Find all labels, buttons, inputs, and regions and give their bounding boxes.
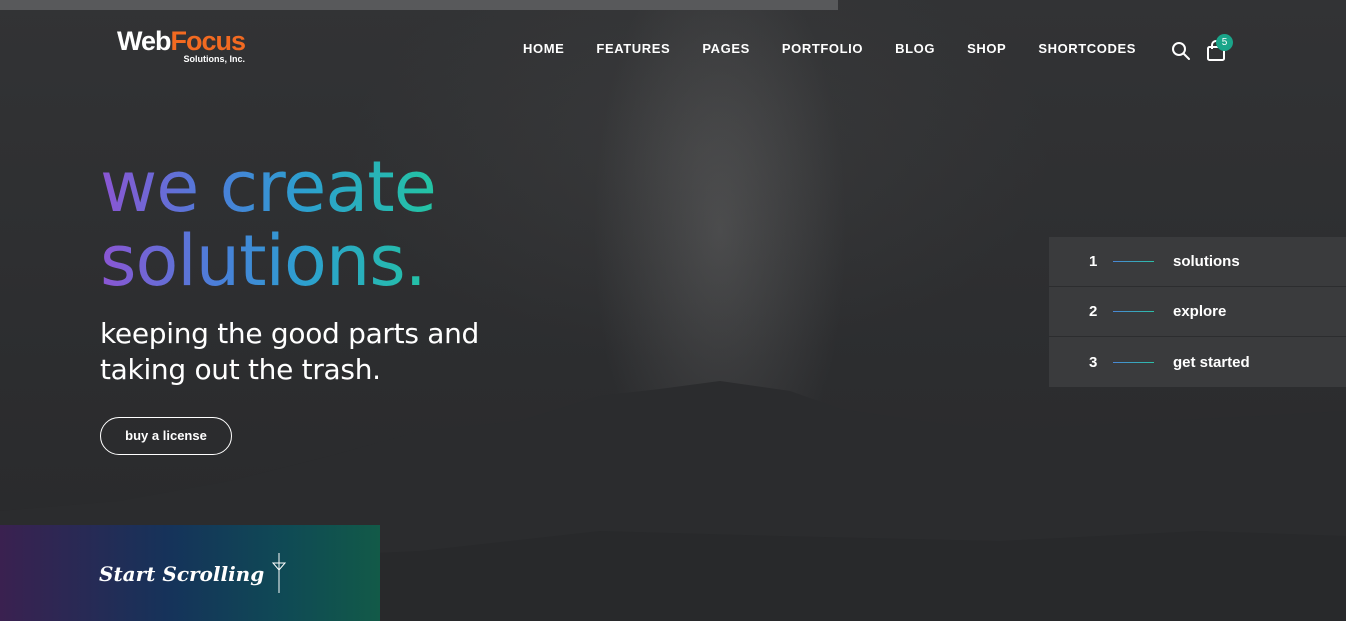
step-number: 3: [1089, 353, 1098, 371]
step-label: solutions: [1173, 253, 1240, 270]
buy-license-button[interactable]: buy a license: [100, 417, 232, 455]
hero-title-line1: we create: [100, 146, 436, 228]
nav-blog[interactable]: BLOG: [895, 41, 935, 56]
step-divider-line: [1113, 261, 1154, 262]
nav-shop[interactable]: SHOP: [967, 41, 1006, 56]
nav-features[interactable]: FEATURES: [596, 41, 670, 56]
arrow-down-icon: [272, 553, 286, 593]
search-icon[interactable]: [1171, 41, 1191, 61]
start-scrolling-button[interactable]: Start Scrolling: [0, 525, 380, 621]
hero-subtitle: keeping the good parts and taking out th…: [100, 316, 479, 388]
step-explore[interactable]: 2 explore: [1049, 287, 1346, 337]
nav-portfolio[interactable]: PORTFOLIO: [782, 41, 863, 56]
step-get-started[interactable]: 3 get started: [1049, 337, 1346, 387]
nav-shortcodes[interactable]: SHORTCODES: [1038, 41, 1136, 56]
cart-count-badge: 5: [1216, 34, 1233, 51]
logo-web-text: Web: [117, 26, 172, 56]
logo-focus-text: Focus: [170, 26, 247, 56]
main-navigation: HOME FEATURES PAGES PORTFOLIO BLOG SHOP …: [523, 41, 1168, 56]
logo-wordmark: WebFocus: [117, 26, 247, 56]
start-scrolling-label: Start Scrolling: [99, 562, 265, 586]
step-divider-line: [1113, 311, 1154, 312]
step-number: 2: [1089, 303, 1098, 320]
slide-steps-panel: 1 solutions 2 explore 3 get started: [1049, 237, 1346, 387]
hero-subtitle-line1: keeping the good parts and: [100, 317, 479, 350]
step-label: get started: [1173, 353, 1250, 371]
hero-subtitle-line2: taking out the trash.: [100, 353, 381, 386]
step-number: 1: [1089, 253, 1098, 270]
brand-logo[interactable]: WebFocus Solutions, Inc.: [117, 26, 247, 64]
step-label: explore: [1173, 303, 1227, 320]
hero-title: we create solutions.: [100, 150, 436, 298]
nav-home[interactable]: HOME: [523, 41, 564, 56]
step-divider-line: [1113, 361, 1154, 363]
nav-pages[interactable]: PAGES: [702, 41, 750, 56]
hero-title-line2: solutions.: [100, 220, 426, 302]
top-progress-strip: [0, 0, 838, 10]
step-solutions[interactable]: 1 solutions: [1049, 237, 1346, 287]
